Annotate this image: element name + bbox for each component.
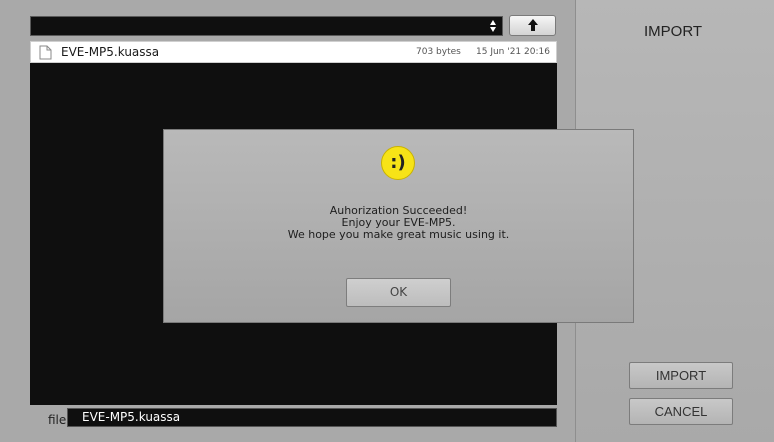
document-icon <box>39 45 52 60</box>
message-line: We hope you make great music using it. <box>287 228 510 241</box>
import-button[interactable]: IMPORT <box>629 362 733 389</box>
cancel-button[interactable]: CANCEL <box>629 398 733 425</box>
file-name-input[interactable]: EVE-MP5.kuassa <box>67 408 557 427</box>
parent-folder-button[interactable] <box>509 15 556 36</box>
panel-title: IMPORT <box>644 23 703 40</box>
file-size: 703 bytes <box>416 47 461 57</box>
file-name: EVE-MP5.kuassa <box>61 45 160 59</box>
smiley-icon: :) <box>381 146 415 180</box>
dialog-message: Auhorization Succeeded! Enjoy your EVE-M… <box>164 205 633 241</box>
arrow-up-icon <box>528 19 538 31</box>
file-list-item[interactable]: EVE-MP5.kuassa 703 bytes 15 Jun '21 20:1… <box>30 41 557 63</box>
path-dropdown[interactable] <box>30 16 503 36</box>
ok-button[interactable]: OK <box>346 278 451 307</box>
file-date: 15 Jun '21 20:16 <box>476 47 550 57</box>
plugin-window: EVE-MP5.kuassa 703 bytes 15 Jun '21 20:1… <box>0 0 774 442</box>
authorization-dialog: :) Auhorization Succeeded! Enjoy your EV… <box>163 129 634 323</box>
dropdown-arrows-icon <box>490 20 496 32</box>
